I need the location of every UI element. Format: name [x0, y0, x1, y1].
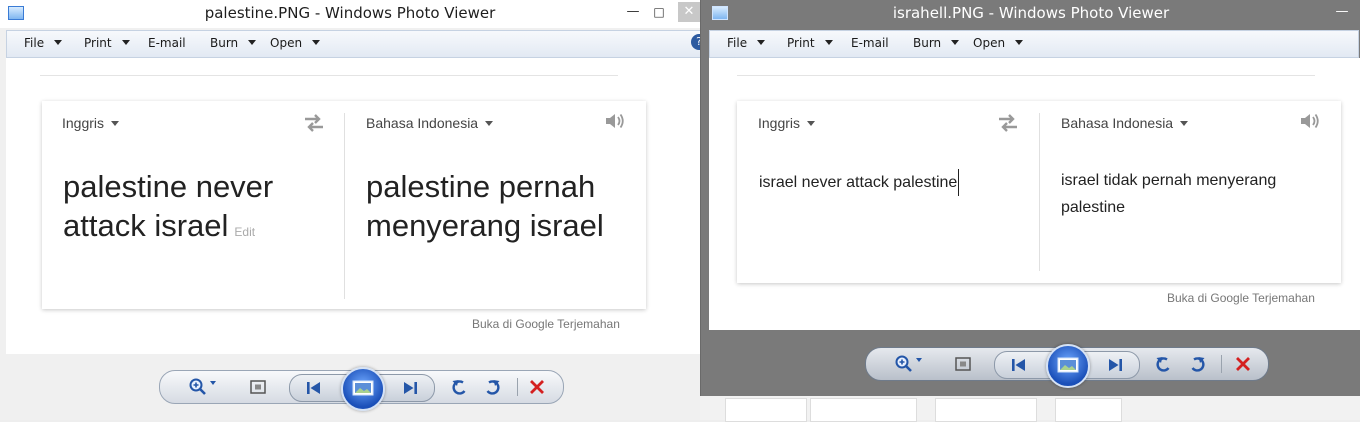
delete-icon[interactable]: [1233, 354, 1253, 374]
thumbnail[interactable]: [810, 398, 917, 422]
chevron-down-icon[interactable]: [916, 358, 922, 362]
speaker-icon[interactable]: [1299, 111, 1321, 131]
chevron-down-icon: [111, 121, 120, 126]
image-display-area: Inggris Bahasa Indonesia israel never at…: [709, 58, 1360, 330]
divider: [344, 113, 345, 299]
image-display-area: Inggris Bahasa Indonesia palestine never…: [6, 58, 700, 354]
minimize-button[interactable]: —: [1331, 2, 1353, 22]
swap-languages-icon[interactable]: [996, 113, 1020, 133]
edit-link[interactable]: Edit: [234, 225, 255, 239]
chevron-down-icon[interactable]: [210, 381, 216, 385]
menu-email[interactable]: E-mail: [148, 36, 186, 50]
menu-burn[interactable]: Burn: [210, 36, 257, 50]
source-text-input[interactable]: israel never attack palestine: [759, 169, 960, 196]
menu-bar: File Print E-mail Burn Open ?: [6, 30, 700, 58]
maximize-button[interactable]: □: [648, 2, 670, 22]
chevron-down-icon: [1180, 121, 1189, 126]
speaker-icon[interactable]: [604, 111, 626, 131]
rotate-right-icon[interactable]: [482, 377, 502, 397]
slideshow-icon: [1057, 357, 1079, 373]
rotate-left-icon[interactable]: [450, 377, 470, 397]
menu-bar: File Print E-mail Burn Open: [709, 30, 1359, 58]
translate-card: Inggris Bahasa Indonesia israel never at…: [737, 101, 1341, 283]
source-text[interactable]: palestine never attack israel Edit: [63, 167, 323, 252]
thumbnail[interactable]: [935, 398, 1037, 422]
slideshow-button[interactable]: [341, 367, 385, 411]
title-bar[interactable]: palestine.PNG - Windows Photo Viewer — □…: [0, 0, 700, 28]
chevron-down-icon: [1015, 40, 1024, 45]
target-language-select[interactable]: Bahasa Indonesia: [1061, 115, 1189, 131]
minimize-button[interactable]: —: [622, 2, 644, 22]
menu-burn[interactable]: Burn: [913, 36, 960, 50]
menu-file[interactable]: File: [24, 36, 63, 50]
viewer-control-bar: [159, 367, 564, 411]
rotate-left-icon[interactable]: [1154, 354, 1174, 374]
menu-open[interactable]: Open: [973, 36, 1024, 50]
translation-text: palestine pernah menyerang israel: [366, 169, 604, 243]
menu-print[interactable]: Print: [787, 36, 833, 50]
background-thumbnails: [700, 396, 1360, 422]
window-title: palestine.PNG - Windows Photo Viewer: [204, 4, 496, 22]
next-icon[interactable]: [1105, 355, 1125, 375]
actual-size-icon[interactable]: [248, 377, 268, 397]
photo-viewer-window-right: israhell.PNG - Windows Photo Viewer — Fi…: [700, 0, 1360, 396]
divider: [737, 75, 1315, 76]
chevron-down-icon: [951, 40, 960, 45]
previous-icon[interactable]: [1009, 355, 1029, 375]
next-icon[interactable]: [400, 378, 420, 398]
chevron-down-icon: [807, 121, 816, 126]
open-in-google-translate-link[interactable]: Buka di Google Terjemahan: [1167, 291, 1315, 305]
chevron-down-icon: [121, 40, 130, 45]
menu-print[interactable]: Print: [84, 36, 130, 50]
photo-viewer-window-left: palestine.PNG - Windows Photo Viewer — □…: [0, 0, 700, 420]
slideshow-button[interactable]: [1046, 344, 1090, 388]
previous-icon[interactable]: [304, 378, 324, 398]
slideshow-icon: [352, 380, 374, 396]
divider: [1039, 113, 1040, 271]
thumbnail[interactable]: [725, 398, 807, 422]
chevron-down-icon: [824, 40, 833, 45]
actual-size-icon[interactable]: [953, 354, 973, 374]
separator: [1221, 355, 1222, 373]
menu-file[interactable]: File: [727, 36, 766, 50]
translate-card: Inggris Bahasa Indonesia palestine never…: [42, 101, 646, 309]
swap-languages-icon[interactable]: [302, 113, 326, 133]
chevron-down-icon: [54, 40, 63, 45]
menu-email[interactable]: E-mail: [851, 36, 889, 50]
help-icon[interactable]: ?: [691, 34, 700, 50]
window-title: israhell.PNG - Windows Photo Viewer: [892, 4, 1170, 22]
chevron-down-icon: [312, 40, 321, 45]
divider: [40, 75, 618, 76]
target-language-select[interactable]: Bahasa Indonesia: [366, 115, 494, 131]
close-button[interactable]: ✕: [678, 2, 700, 22]
translation-text: israel tidak pernah menyerang palestine: [1061, 172, 1277, 216]
zoom-icon[interactable]: [894, 354, 914, 374]
viewer-control-bar: [865, 344, 1269, 388]
separator: [517, 378, 518, 396]
title-bar[interactable]: israhell.PNG - Windows Photo Viewer —: [701, 0, 1360, 28]
zoom-icon[interactable]: [188, 377, 208, 397]
chevron-down-icon: [485, 121, 494, 126]
open-in-google-translate-link[interactable]: Buka di Google Terjemahan: [472, 317, 620, 331]
delete-icon[interactable]: [527, 377, 547, 397]
source-language-select[interactable]: Inggris: [62, 115, 120, 131]
source-language-select[interactable]: Inggris: [758, 115, 816, 131]
chevron-down-icon: [248, 40, 257, 45]
menu-open[interactable]: Open: [270, 36, 321, 50]
thumbnail[interactable]: [1055, 398, 1122, 422]
rotate-right-icon[interactable]: [1187, 354, 1207, 374]
chevron-down-icon: [757, 40, 766, 45]
